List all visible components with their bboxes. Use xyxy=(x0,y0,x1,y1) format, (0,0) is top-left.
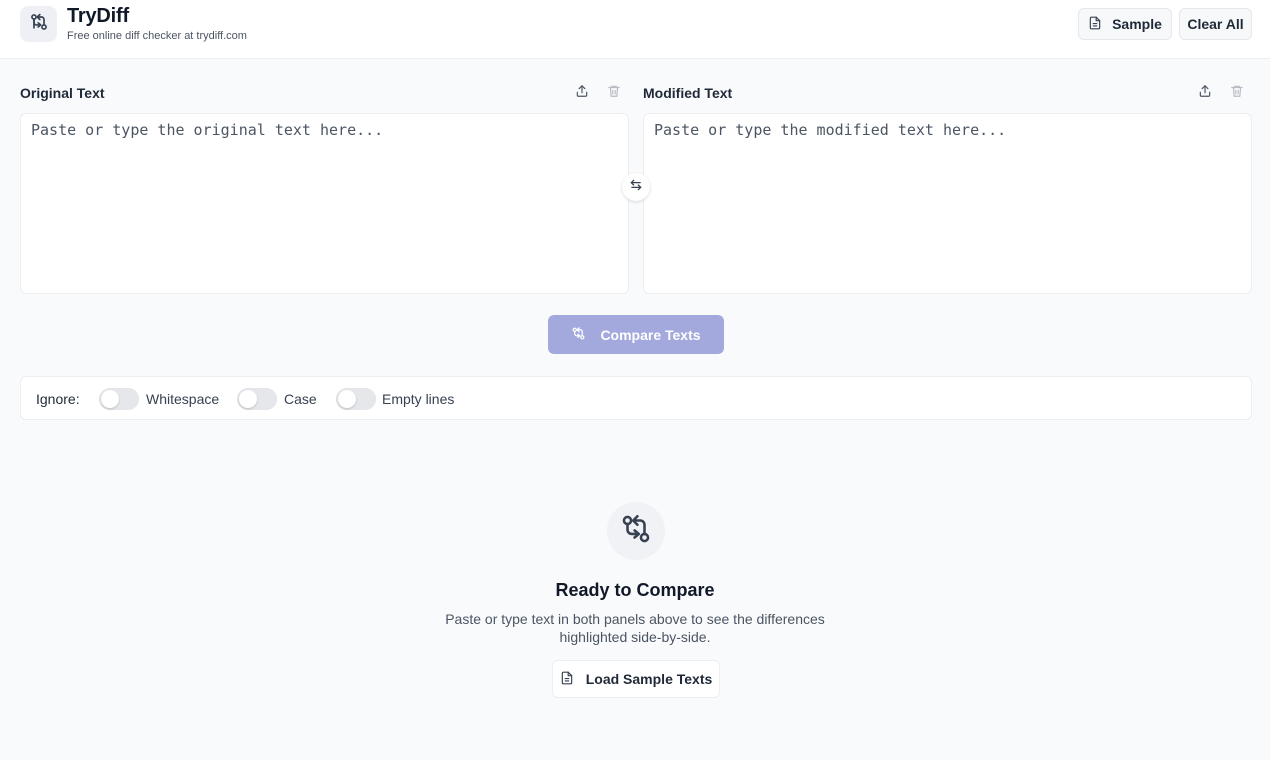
sample-button-label: Sample xyxy=(1112,16,1162,32)
compare-texts-button[interactable]: Compare Texts xyxy=(548,315,724,354)
toggle-knob xyxy=(338,390,356,408)
toggle-knob xyxy=(101,390,119,408)
modified-clear-button[interactable] xyxy=(1228,84,1246,102)
ignore-label: Ignore: xyxy=(36,391,80,407)
sample-button[interactable]: Sample xyxy=(1078,8,1172,40)
trash-icon xyxy=(607,84,621,103)
original-upload-button[interactable] xyxy=(573,84,591,102)
git-compare-icon xyxy=(29,12,49,37)
compare-texts-label: Compare Texts xyxy=(600,326,701,343)
modified-upload-button[interactable] xyxy=(1196,84,1214,102)
empty-state-title: Ready to Compare xyxy=(555,580,715,600)
ignore-empty-lines-label: Empty lines xyxy=(382,391,455,407)
upload-icon xyxy=(1198,84,1212,103)
empty-state-icon-circle xyxy=(607,502,665,560)
ignore-empty-lines-toggle[interactable] xyxy=(336,388,376,410)
ignore-options-bar: Ignore: Whitespace Case Empty lines xyxy=(20,376,1252,420)
app-title: TryDiff xyxy=(67,5,129,27)
load-sample-texts-button[interactable]: Load Sample Texts xyxy=(552,660,720,698)
original-text-input[interactable] xyxy=(20,113,629,294)
swap-arrows-icon xyxy=(629,178,643,197)
load-sample-texts-label: Load Sample Texts xyxy=(585,671,713,687)
trash-icon xyxy=(1230,84,1244,103)
original-text-label: Original Text xyxy=(20,85,105,101)
clear-all-button[interactable]: Clear All xyxy=(1179,8,1252,40)
ignore-case-label: Case xyxy=(284,391,317,407)
clear-all-label: Clear All xyxy=(1187,16,1244,32)
ignore-whitespace-label: Whitespace xyxy=(146,391,220,407)
document-icon xyxy=(1088,16,1102,33)
modified-text-input[interactable] xyxy=(643,113,1252,294)
document-icon xyxy=(560,671,574,688)
empty-state-description: Paste or type text in both panels above … xyxy=(445,611,825,645)
git-compare-icon xyxy=(619,512,653,551)
modified-text-label: Modified Text xyxy=(643,85,733,101)
ignore-case-toggle[interactable] xyxy=(237,388,277,410)
upload-icon xyxy=(575,84,589,103)
app-subtitle: Free online diff checker at trydiff.com xyxy=(67,30,247,42)
swap-button[interactable] xyxy=(622,173,650,201)
logo xyxy=(20,6,57,42)
app-header: TryDiff Free online diff checker at tryd… xyxy=(0,0,1270,59)
original-clear-button[interactable] xyxy=(605,84,623,102)
toggle-knob xyxy=(239,390,257,408)
ignore-whitespace-toggle[interactable] xyxy=(99,388,139,410)
git-compare-icon xyxy=(571,326,586,344)
